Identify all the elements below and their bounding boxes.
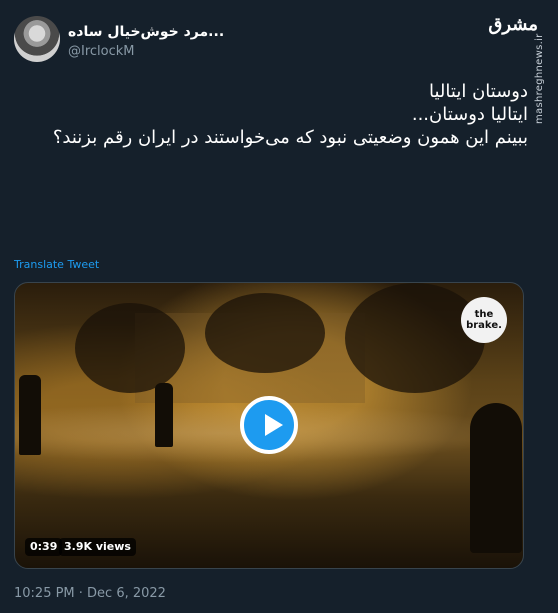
site-logo: مشرق xyxy=(488,14,538,35)
play-icon[interactable] xyxy=(240,396,298,454)
user-handle[interactable]: @IrclockM xyxy=(68,44,135,59)
video-tree xyxy=(205,293,325,373)
watermark: mashreghnews.ir xyxy=(534,33,545,124)
video-views: 3.9K views xyxy=(59,538,136,556)
display-name[interactable]: ...مرد خوش‌خیال ساده xyxy=(68,24,228,40)
video-person xyxy=(470,403,522,553)
avatar[interactable] xyxy=(14,16,60,62)
video-person xyxy=(19,375,41,455)
translate-tweet-link[interactable]: Translate Tweet xyxy=(14,258,99,271)
brake-logo: the brake. xyxy=(461,297,507,343)
tweet-text: دوستان ایتالیا ایتالیا دوستان... ببینم ا… xyxy=(28,80,528,149)
tweet-line-3: ببینم این همون وضعیتی نبود که می‌خواستند… xyxy=(52,127,528,148)
tweet-timestamp[interactable]: 10:25 PM · Dec 6, 2022 xyxy=(14,586,166,601)
video-player[interactable]: the brake. 0:39 3.9K views xyxy=(14,282,524,569)
tweet-line-2: ایتالیا دوستان... xyxy=(411,104,528,125)
video-tree xyxy=(345,283,485,393)
tweet-line-1: دوستان ایتالیا xyxy=(429,81,528,102)
video-person xyxy=(155,383,173,447)
video-tree xyxy=(75,303,185,393)
video-duration: 0:39 xyxy=(25,538,63,556)
